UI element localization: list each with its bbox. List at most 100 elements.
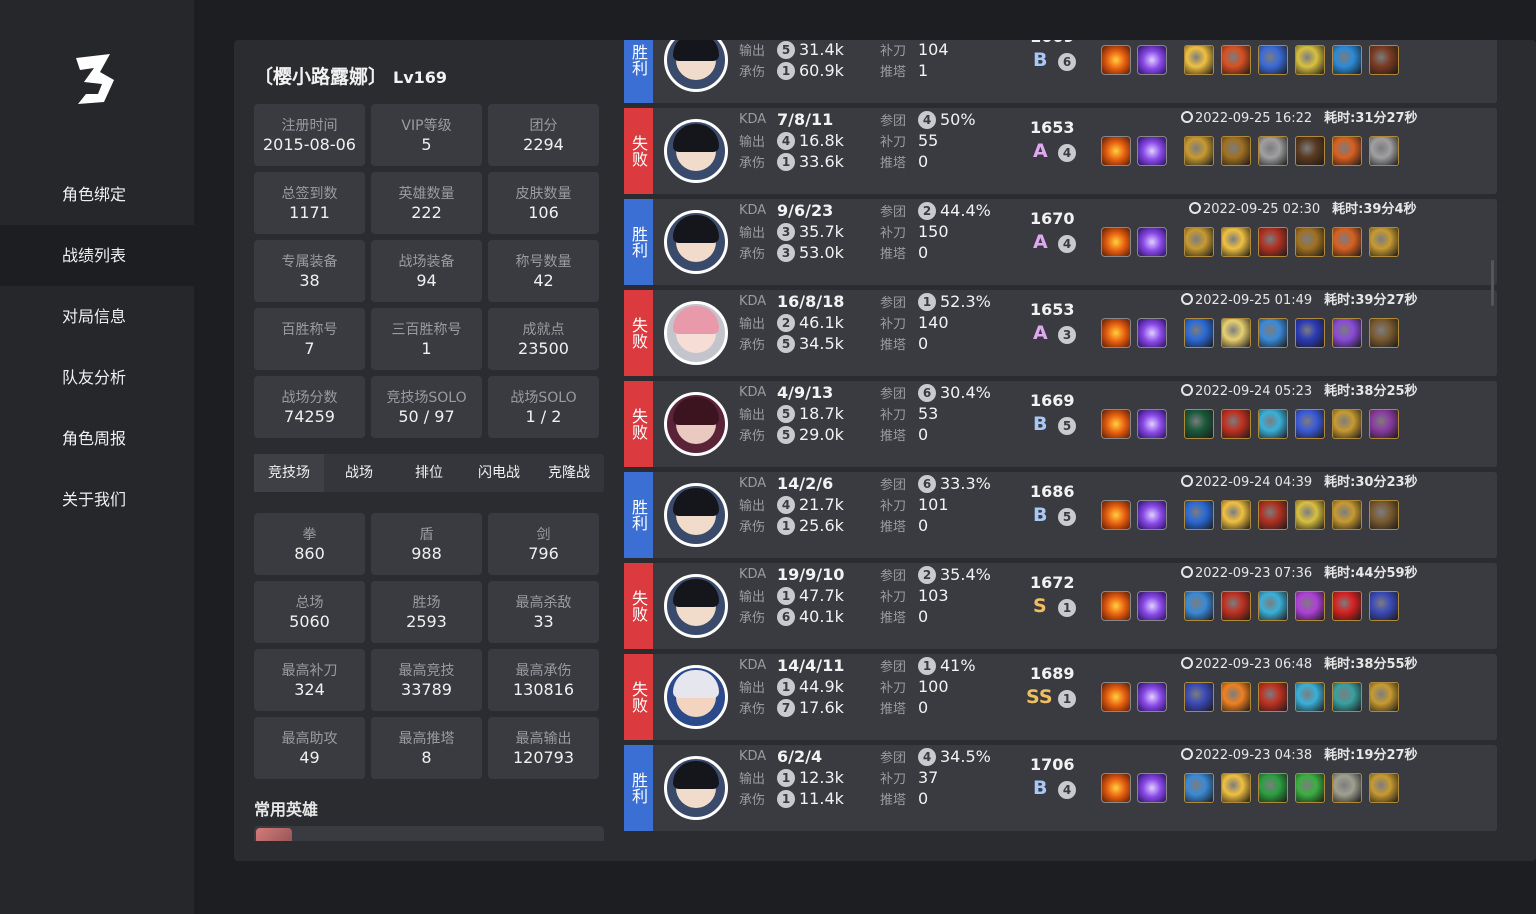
hero-hair — [673, 761, 719, 789]
duration-value: 31分27秒 — [1355, 111, 1418, 126]
sidebar-item-2[interactable]: 战绩列表 — [0, 225, 194, 286]
rank-badge: 1 — [777, 516, 795, 535]
mode-tab-4[interactable]: 闪电战 — [464, 454, 534, 492]
stat-label: KDA — [739, 294, 767, 309]
match-datetime: 2022-09-25 02:30 — [1203, 202, 1321, 217]
mode-tab-2[interactable]: 战场 — [324, 454, 394, 492]
rank-badge: 1 — [777, 677, 795, 696]
match-card[interactable]: 胜利 KDA 14/2/6 输出 4 21.7k 承伤 1 25.6k 参团 6 33.3% 补刀 101… — [624, 472, 1497, 558]
hero-hair — [673, 579, 719, 607]
stat-value: 55 — [918, 131, 939, 150]
common-heroes-title: 常用英雄 — [254, 800, 319, 819]
match-score: 1653 — [1030, 118, 1075, 137]
match-card[interactable]: 失败 KDA 4/9/13 输出 5 18.7k 承伤 5 29.0k 参团 6 30.4% 补刀 53 推… — [624, 381, 1497, 467]
stat-label: VIP等级 — [401, 118, 452, 134]
stat-label: 战场分数 — [281, 390, 338, 406]
match-card[interactable]: 胜利 KDA 6/2/4 输出 1 12.3k 承伤 1 11.4k 参团 4 34.5% 补刀 37 推塔… — [624, 745, 1497, 831]
duration-label: 耗时: — [1324, 657, 1356, 672]
match-card[interactable]: 胜利 KDA 9/6/23 输出 3 35.7k 承伤 3 53.0k 参团 2 44.4% 补刀 150… — [624, 199, 1497, 285]
mode-tab-1[interactable]: 竞技场 — [254, 454, 324, 492]
equipment-item-icon — [1295, 227, 1325, 257]
stat-value: 9/6/23 — [777, 201, 834, 220]
stat-label: 参团 — [880, 751, 907, 766]
equipment-item-icon — [1184, 500, 1214, 530]
stat-label: KDA — [739, 112, 767, 127]
spell-flash-icon — [1137, 136, 1167, 166]
equipment-item-icon — [1295, 409, 1325, 439]
grade-rank-badge: 4 — [1058, 144, 1076, 162]
stat-value: 0 — [918, 789, 929, 808]
rank-badge: 5 — [777, 425, 795, 444]
logo-3-icon[interactable] — [70, 50, 120, 110]
stat-row: 承伤 6 40.1k — [739, 607, 844, 626]
stat-cell: 总场 5060 — [254, 581, 365, 643]
stat-label: 承伤 — [739, 702, 766, 717]
common-hero-row[interactable] — [254, 826, 604, 841]
stat-cell: 最高承伤 130816 — [488, 649, 599, 711]
duration-value: 19分27秒 — [1355, 748, 1418, 763]
sidebar-item-3[interactable]: 对局信息 — [0, 286, 194, 347]
stat-value: 103 — [918, 586, 949, 605]
stat-label: KDA — [739, 749, 767, 764]
stat-row: 输出 2 46.1k — [739, 313, 844, 332]
stat-cell: 皮肤数量 106 — [488, 172, 599, 234]
clock-icon — [1181, 111, 1193, 123]
stat-value: 34.5% — [940, 747, 991, 766]
stat-value: 7 — [304, 339, 315, 358]
scrollbar[interactable] — [1491, 260, 1494, 306]
match-card[interactable]: 失败 KDA 7/8/11 输出 4 16.8k 承伤 1 33.6k 参团 4 50% 补刀 55 推塔 0… — [624, 108, 1497, 194]
stat-label: 最高竞技 — [398, 663, 455, 679]
match-card[interactable]: 失败 KDA 16/8/18 输出 2 46.1k 承伤 5 34.5k 参团 1 52.3% 补刀 14… — [624, 290, 1497, 376]
spell-flash-icon — [1137, 773, 1167, 803]
stat-row: 承伤 1 33.6k — [739, 152, 844, 171]
stat-label: 承伤 — [739, 65, 766, 80]
match-time: 2022-09-25 01:49 耗时:39分27秒 — [1181, 289, 1418, 308]
clock-icon — [1181, 475, 1193, 487]
stat-label: 推塔 — [880, 156, 907, 171]
stat-value: 4/9/13 — [777, 383, 834, 402]
stat-value: 35.4% — [940, 565, 991, 584]
equipment-item-icon — [1332, 682, 1362, 712]
stat-row: 输出 3 35.7k — [739, 222, 844, 241]
match-datetime: 2022-09-23 04:38 — [1195, 748, 1313, 763]
stat-row: 补刀 55 — [880, 131, 938, 150]
equipment-item-icon — [1369, 227, 1399, 257]
sidebar-item-4[interactable]: 队友分析 — [0, 347, 194, 408]
stat-label: 补刀 — [880, 590, 907, 605]
duration-label: 耗时: — [1324, 293, 1356, 308]
match-grade: A — [1033, 231, 1048, 253]
stat-label: 推塔 — [880, 793, 907, 808]
match-grade: B — [1033, 777, 1048, 799]
equipment-item-icon — [1295, 591, 1325, 621]
equipment-item-icon — [1258, 136, 1288, 166]
rank-badge: 1 — [777, 789, 795, 808]
stat-value: 18.7k — [799, 404, 844, 423]
stat-value: 860 — [294, 544, 325, 563]
sidebar-item-6[interactable]: 关于我们 — [0, 469, 194, 530]
match-card[interactable]: 失败 KDA 19/9/10 输出 1 47.7k 承伤 6 40.1k 参团 2 35.4% 补刀 10… — [624, 563, 1497, 649]
stat-row: 推塔 0 — [880, 698, 928, 717]
match-time: 2022-09-23 07:36 耗时:44分59秒 — [1181, 562, 1418, 581]
match-time: 2022-09-25 02:30 耗时:39分4秒 — [1189, 198, 1417, 217]
match-card[interactable]: 胜利KDA9/9/14输出531.4k承伤160.9k参团429.9%补刀104… — [624, 40, 1497, 103]
stat-row: 参团 1 41% — [880, 656, 976, 675]
stat-cell: VIP等级 5 — [371, 104, 482, 166]
stat-label: 推塔 — [880, 429, 907, 444]
stat-row: KDA 14/2/6 — [739, 474, 833, 493]
stat-value: 12.3k — [799, 768, 844, 787]
mode-tab-5[interactable]: 克隆战 — [534, 454, 604, 492]
hero-hair — [673, 124, 719, 152]
spell-flash-icon — [1137, 682, 1167, 712]
match-result-badge: 胜利 — [624, 745, 653, 831]
stat-value: 120793 — [512, 748, 575, 767]
match-grade: B — [1033, 413, 1048, 435]
stat-cell: 最高杀敌 33 — [488, 581, 599, 643]
mode-tab-3[interactable]: 排位 — [394, 454, 464, 492]
stat-label: 成就点 — [522, 322, 565, 338]
sidebar-item-5[interactable]: 角色周报 — [0, 408, 194, 469]
match-grade: S — [1033, 595, 1047, 617]
match-card[interactable]: 失败 KDA 14/4/11 输出 1 44.9k 承伤 7 17.6k 参团 1 41% 补刀 100 推… — [624, 654, 1497, 740]
stat-value: 53.0k — [799, 243, 844, 262]
sidebar-item-1[interactable]: 角色绑定 — [0, 164, 194, 225]
stat-cell: 三百胜称号 1 — [371, 308, 482, 370]
